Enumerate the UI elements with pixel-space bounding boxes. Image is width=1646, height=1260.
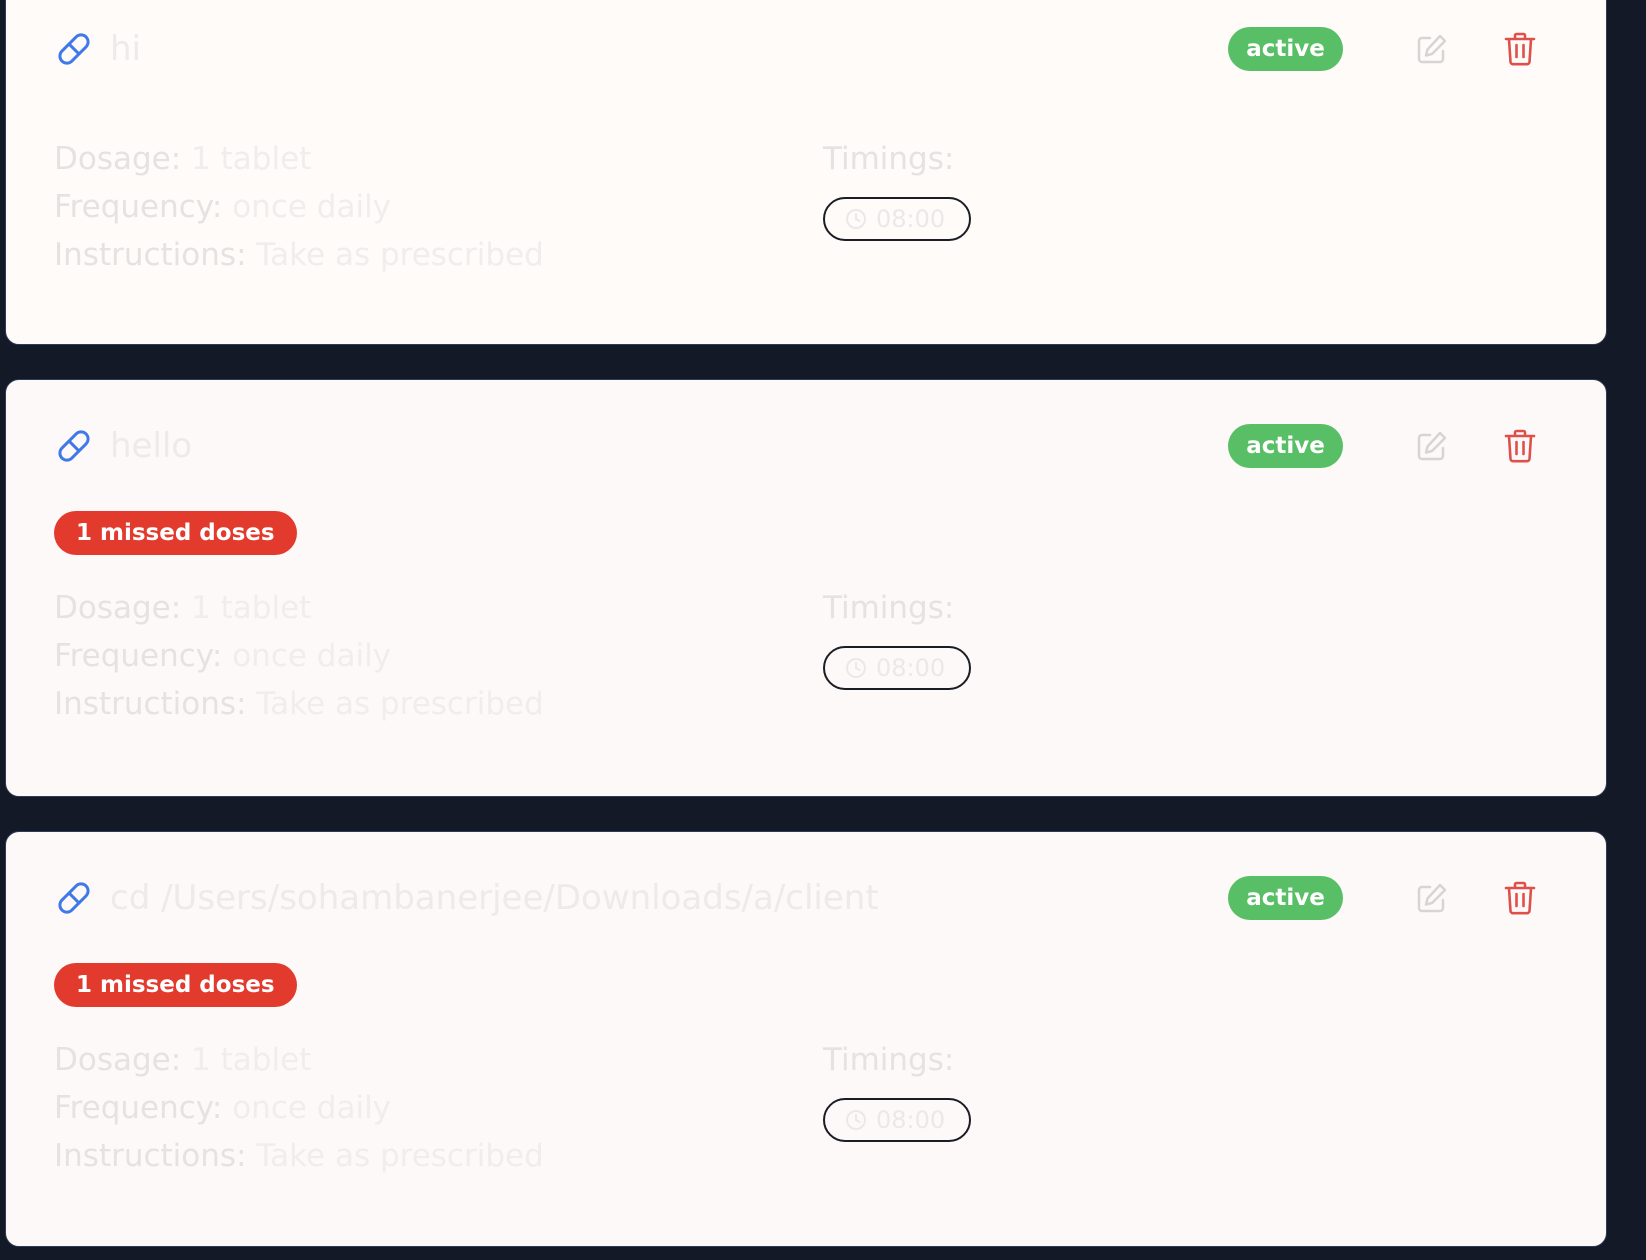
time-value: 08:00: [876, 654, 946, 682]
edit-button[interactable]: [1416, 33, 1448, 65]
frequency-value: once daily: [232, 189, 392, 225]
frequency-row: Frequency: once daily: [54, 632, 774, 680]
card-header: hello active: [54, 424, 1558, 468]
dosage-value: 1 tablet: [191, 1042, 312, 1078]
frequency-row: Frequency: once daily: [54, 1084, 774, 1132]
details-section: Dosage: 1 tablet Frequency: once daily I…: [54, 584, 774, 728]
timings-section: Timings: 08:00: [823, 584, 1223, 690]
timings-label: Timings:: [823, 590, 955, 626]
status-badge: active: [1228, 876, 1343, 920]
dosage-label: Dosage:: [54, 590, 182, 626]
frequency-row: Frequency: once daily: [54, 183, 774, 231]
dosage-value: 1 tablet: [191, 141, 312, 177]
dosage-row: Dosage: 1 tablet: [54, 135, 774, 183]
time-chip: 08:00: [823, 197, 971, 241]
instructions-value: Take as prescribed: [256, 1138, 544, 1174]
clock-icon: [846, 658, 866, 678]
card-header: hi active: [54, 27, 1558, 71]
delete-button[interactable]: [1504, 32, 1536, 66]
edit-button[interactable]: [1416, 430, 1448, 462]
delete-button[interactable]: [1504, 429, 1536, 463]
timings-section: Timings: 08:00: [823, 1036, 1223, 1142]
pill-icon: [58, 430, 90, 462]
pill-icon: [58, 33, 90, 65]
missed-doses-badge: 1 missed doses: [54, 511, 297, 555]
frequency-label: Frequency:: [54, 189, 223, 225]
clock-icon: [846, 209, 866, 229]
medication-card: hi active Dosage: 1 tablet Frequency: on…: [5, 0, 1607, 345]
instructions-row: Instructions: Take as prescribed: [54, 680, 774, 728]
instructions-value: Take as prescribed: [256, 686, 544, 722]
dosage-value: 1 tablet: [191, 590, 312, 626]
dosage-row: Dosage: 1 tablet: [54, 1036, 774, 1084]
details-section: Dosage: 1 tablet Frequency: once daily I…: [54, 135, 774, 279]
medication-name: hi: [110, 29, 141, 69]
instructions-row: Instructions: Take as prescribed: [54, 1132, 774, 1180]
medication-card: hello active 1 missed doses Dosage: 1 ta…: [5, 379, 1607, 797]
frequency-value: once daily: [232, 638, 392, 674]
time-chip: 08:00: [823, 1098, 971, 1142]
time-value: 08:00: [876, 1106, 946, 1134]
frequency-label: Frequency:: [54, 638, 223, 674]
clock-icon: [846, 1110, 866, 1130]
instructions-label: Instructions:: [54, 237, 247, 273]
details-section: Dosage: 1 tablet Frequency: once daily I…: [54, 1036, 774, 1180]
instructions-label: Instructions:: [54, 1138, 247, 1174]
card-header: cd /Users/sohambanerjee/Downloads/a/clie…: [54, 876, 1558, 920]
medication-name: cd /Users/sohambanerjee/Downloads/a/clie…: [110, 878, 879, 918]
time-chip: 08:00: [823, 646, 971, 690]
dosage-row: Dosage: 1 tablet: [54, 584, 774, 632]
time-value: 08:00: [876, 205, 946, 233]
frequency-label: Frequency:: [54, 1090, 223, 1126]
timings-label: Timings:: [823, 141, 955, 177]
dosage-label: Dosage:: [54, 141, 182, 177]
status-badge: active: [1228, 27, 1343, 71]
delete-button[interactable]: [1504, 881, 1536, 915]
edit-button[interactable]: [1416, 882, 1448, 914]
instructions-label: Instructions:: [54, 686, 247, 722]
timings-label: Timings:: [823, 1042, 955, 1078]
timings-section: Timings: 08:00: [823, 135, 1223, 241]
medication-name: hello: [110, 426, 193, 466]
instructions-row: Instructions: Take as prescribed: [54, 231, 774, 279]
missed-doses-badge: 1 missed doses: [54, 963, 297, 1007]
frequency-value: once daily: [232, 1090, 392, 1126]
instructions-value: Take as prescribed: [256, 237, 544, 273]
medication-card: cd /Users/sohambanerjee/Downloads/a/clie…: [5, 831, 1607, 1247]
dosage-label: Dosage:: [54, 1042, 182, 1078]
status-badge: active: [1228, 424, 1343, 468]
medication-list: hi active Dosage: 1 tablet Frequency: on…: [0, 0, 1646, 1260]
pill-icon: [58, 882, 90, 914]
